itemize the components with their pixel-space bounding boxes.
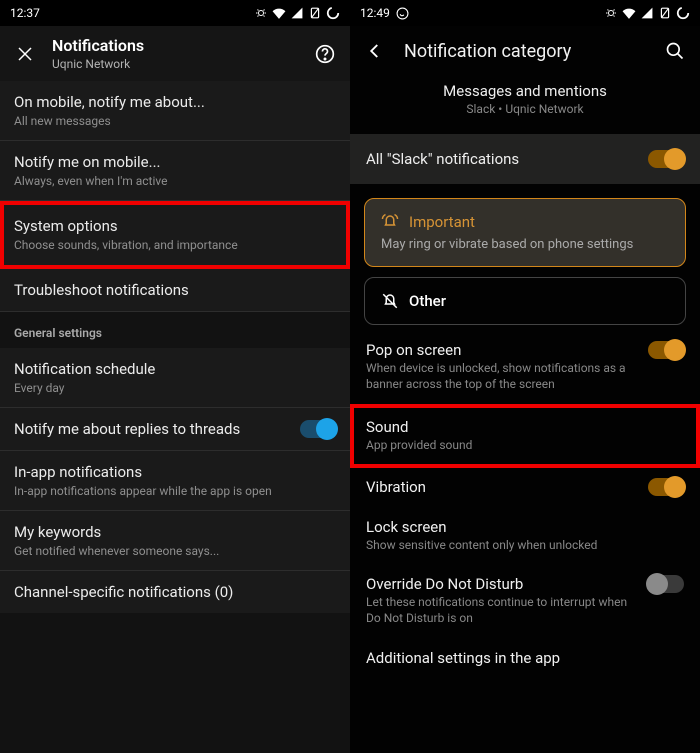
settings-list: On mobile, notify me about... All new me… — [0, 81, 350, 312]
row-title: In-app notifications — [14, 463, 336, 481]
wifi-icon — [622, 6, 636, 20]
row-title: All "Slack" notifications — [366, 150, 648, 168]
screen-right: 12:49 Notification category Messages and… — [350, 0, 700, 753]
toggle-thread-replies[interactable] — [300, 420, 336, 438]
toggle-vibration[interactable] — [648, 478, 684, 496]
row-title: Override Do Not Disturb — [366, 575, 638, 593]
header-title: Notification category — [404, 41, 646, 62]
row-schedule[interactable]: Notification schedule Every day — [0, 348, 350, 408]
row-title: Troubleshoot notifications — [14, 281, 336, 299]
row-subtitle: Show sensitive content only when unlocke… — [366, 538, 684, 554]
card-title: Important — [409, 213, 475, 231]
spinner-icon — [326, 6, 340, 20]
card-important[interactable]: Important May ring or vibrate based on p… — [364, 198, 686, 267]
settings-list-general: Notification schedule Every day Notify m… — [0, 348, 350, 613]
status-time: 12:37 — [10, 6, 40, 20]
subheader: Messages and mentions Slack • Uqnic Netw… — [350, 76, 700, 130]
app-header: Notification category — [350, 26, 700, 76]
app-header: Notifications Uqnic Network — [0, 26, 350, 81]
row-title: Additional settings in the app — [366, 649, 684, 667]
row-title: Notify me about replies to threads — [14, 420, 290, 438]
signal-icon — [640, 6, 654, 20]
row-vibration[interactable]: Vibration — [350, 468, 700, 508]
toggle-pop-on-screen[interactable] — [648, 341, 684, 359]
back-icon[interactable] — [364, 40, 386, 62]
row-thread-replies[interactable]: Notify me about replies to threads — [0, 408, 350, 451]
row-keywords[interactable]: My keywords Get notified whenever someon… — [0, 511, 350, 571]
row-subtitle: When device is unlocked, show notificati… — [366, 361, 638, 392]
row-title: Notify me on mobile... — [14, 153, 336, 171]
search-icon[interactable] — [664, 40, 686, 62]
row-title: System options — [14, 217, 336, 235]
bug-icon — [254, 6, 268, 20]
row-notify-mobile[interactable]: Notify me on mobile... Always, even when… — [0, 141, 350, 201]
row-subtitle: Always, even when I'm active — [14, 174, 336, 188]
section-header-general: General settings — [0, 312, 350, 348]
toggle-all-notifications[interactable] — [648, 150, 684, 168]
row-title: My keywords — [14, 523, 336, 541]
whatsapp-icon — [396, 6, 410, 20]
wifi-icon — [272, 6, 286, 20]
row-title: Notification schedule — [14, 360, 336, 378]
subheader-title: Messages and mentions — [364, 82, 686, 100]
row-subtitle: App provided sound — [366, 438, 684, 454]
row-channel-specific[interactable]: Channel-specific notifications (0) — [0, 571, 350, 613]
bug-icon — [604, 6, 618, 20]
row-additional-settings[interactable]: Additional settings in the app — [350, 639, 700, 679]
row-title: Vibration — [366, 478, 638, 496]
screen-left: 12:37 Notifications Uqnic Network On mob… — [0, 0, 350, 753]
row-title: On mobile, notify me about... — [14, 93, 336, 111]
row-troubleshoot[interactable]: Troubleshoot notifications — [0, 269, 350, 312]
row-title: Channel-specific notifications (0) — [14, 583, 336, 601]
row-subtitle: All new messages — [14, 114, 336, 128]
close-icon[interactable] — [14, 43, 36, 65]
row-title: Pop on screen — [366, 341, 638, 359]
status-bar: 12:49 — [350, 0, 700, 26]
row-subtitle: Let these notifications continue to inte… — [366, 595, 638, 626]
row-all-notifications[interactable]: All "Slack" notifications — [350, 134, 700, 184]
row-sound[interactable]: Sound App provided sound — [350, 404, 700, 468]
row-pop-on-screen[interactable]: Pop on screen When device is unlocked, s… — [350, 331, 700, 404]
header-title: Notifications — [52, 36, 298, 55]
bell-ring-icon — [381, 213, 399, 231]
status-time: 12:49 — [360, 6, 390, 20]
row-subtitle: Every day — [14, 381, 336, 395]
row-notify-about[interactable]: On mobile, notify me about... All new me… — [0, 81, 350, 141]
status-bar: 12:37 — [0, 0, 350, 26]
category-cards: Important May ring or vibrate based on p… — [350, 184, 700, 331]
spinner-icon — [676, 6, 690, 20]
signal-icon — [290, 6, 304, 20]
row-subtitle: Choose sounds, vibration, and importance — [14, 238, 336, 252]
row-inapp[interactable]: In-app notifications In-app notification… — [0, 451, 350, 511]
no-sim-icon — [308, 6, 322, 20]
row-override-dnd[interactable]: Override Do Not Disturb Let these notifi… — [350, 565, 700, 638]
row-subtitle: Get notified whenever someone says... — [14, 544, 336, 558]
header-subtitle: Uqnic Network — [52, 57, 298, 71]
card-desc: May ring or vibrate based on phone setti… — [381, 237, 669, 252]
row-title: Sound — [366, 418, 684, 436]
toggle-override-dnd[interactable] — [648, 575, 684, 593]
card-other[interactable]: Other — [364, 277, 686, 325]
row-system-options[interactable]: System options Choose sounds, vibration,… — [0, 201, 350, 269]
no-sim-icon — [658, 6, 672, 20]
row-subtitle: In-app notifications appear while the ap… — [14, 484, 336, 498]
card-title: Other — [409, 292, 446, 310]
help-icon[interactable] — [314, 43, 336, 65]
row-lock-screen[interactable]: Lock screen Show sensitive content only … — [350, 508, 700, 566]
subheader-line: Slack • Uqnic Network — [364, 102, 686, 116]
row-title: Lock screen — [366, 518, 684, 536]
bell-off-icon — [381, 292, 399, 310]
